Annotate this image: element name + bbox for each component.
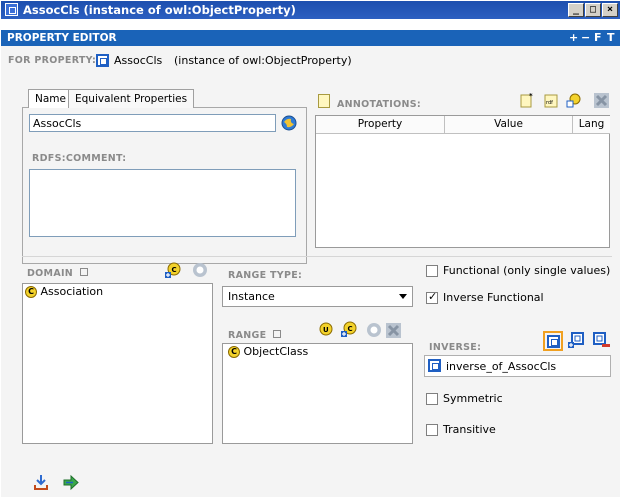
- section-divider: [22, 256, 612, 257]
- property-icon: [547, 335, 560, 348]
- annotations-label: ANNOTATIONS:: [337, 99, 421, 110]
- svg-text:C: C: [348, 325, 353, 333]
- window-title: AssocCls (instance of owl:ObjectProperty…: [23, 3, 296, 17]
- forward-arrow-icon[interactable]: [63, 474, 80, 491]
- remove-annotation-icon[interactable]: [593, 92, 610, 109]
- svg-text:*: *: [529, 92, 533, 100]
- range-type-select[interactable]: Instance: [222, 286, 413, 307]
- functional-label: Functional (only single values): [443, 264, 611, 277]
- property-editor-header: PROPERTY EDITOR + − F T: [1, 30, 620, 46]
- range-list[interactable]: C ObjectClass: [222, 343, 413, 444]
- class-icon: C: [228, 346, 240, 358]
- symmetric-checkbox[interactable]: [426, 393, 438, 405]
- tab-equivalent-label: Equivalent Properties: [75, 93, 188, 105]
- class-icon: C: [25, 286, 37, 298]
- comment-label: RDFS:COMMENT:: [32, 153, 127, 164]
- range-item-label: ObjectClass: [243, 345, 309, 358]
- list-item[interactable]: C Association: [25, 285, 103, 298]
- annotations-table[interactable]: Property Value Lang: [315, 115, 610, 248]
- range-type-label: RANGE TYPE:: [228, 270, 303, 281]
- for-property-label: FOR PROPERTY:: [8, 55, 97, 66]
- remove-range-icon[interactable]: [366, 322, 383, 339]
- property-icon: [96, 53, 109, 67]
- maximize-button[interactable]: □: [585, 3, 601, 17]
- collapse-button[interactable]: −: [581, 31, 590, 44]
- delete-range-icon[interactable]: [385, 322, 402, 339]
- window-titlebar[interactable]: AssocCls (instance of owl:ObjectProperty…: [1, 1, 620, 19]
- globe-icon[interactable]: [281, 115, 297, 131]
- remove-class-icon[interactable]: [192, 262, 209, 279]
- t-button[interactable]: T: [607, 31, 615, 44]
- tab-name[interactable]: Name: [28, 89, 73, 108]
- close-button[interactable]: ×: [602, 3, 618, 17]
- property-icon: [428, 359, 441, 372]
- svg-text:U: U: [323, 326, 329, 334]
- property-editor-title: PROPERTY EDITOR: [7, 32, 117, 44]
- domain-label: DOMAIN: [27, 268, 88, 279]
- minimize-button[interactable]: _: [568, 3, 584, 17]
- domain-label-text: DOMAIN: [27, 268, 74, 279]
- instance-of-text: (instance of owl:ObjectProperty): [174, 54, 352, 67]
- annotation-property-icon[interactable]: [565, 91, 582, 108]
- f-button[interactable]: F: [594, 31, 602, 44]
- annotations-column-property[interactable]: Property: [316, 116, 445, 134]
- expand-button[interactable]: +: [569, 31, 578, 44]
- transitive-checkbox[interactable]: [426, 424, 438, 436]
- range-label: RANGE: [228, 330, 282, 341]
- inverse-label: INVERSE:: [429, 342, 482, 353]
- add-annotation-icon[interactable]: *: [519, 91, 536, 108]
- domain-list[interactable]: C Association: [22, 283, 213, 444]
- range-toggle-icon[interactable]: [273, 330, 282, 338]
- add-inverse-property-icon[interactable]: [567, 332, 584, 349]
- inverse-value: inverse_of_AssocCls: [446, 360, 557, 373]
- name-field[interactable]: AssocCls: [29, 114, 276, 132]
- annotations-column-value[interactable]: Value: [445, 116, 573, 134]
- add-annotation-value-icon[interactable]: rdf: [544, 91, 561, 108]
- range-type-value: Instance: [228, 290, 275, 303]
- property-icon: [5, 3, 18, 16]
- comment-textarea[interactable]: [29, 169, 296, 237]
- annotation-note-icon: [318, 94, 330, 108]
- svg-text:rdf: rdf: [546, 100, 553, 106]
- selected-inverse-button[interactable]: [543, 331, 563, 351]
- range-label-text: RANGE: [228, 330, 267, 341]
- property-name: AssocCls: [114, 54, 163, 67]
- inverse-functional-checkbox[interactable]: [426, 290, 438, 304]
- tab-name-label: Name: [35, 93, 66, 105]
- list-item[interactable]: C ObjectClass: [228, 345, 308, 358]
- add-restriction-icon[interactable]: U: [318, 320, 335, 337]
- functional-checkbox[interactable]: [426, 265, 438, 277]
- inverse-field[interactable]: inverse_of_AssocCls: [424, 355, 611, 377]
- add-range-class-icon[interactable]: C: [340, 321, 357, 338]
- svg-text:C: C: [172, 266, 177, 274]
- remove-inverse-property-icon[interactable]: [593, 332, 610, 349]
- download-icon[interactable]: [33, 474, 50, 491]
- chevron-down-icon: [399, 294, 407, 299]
- add-class-icon[interactable]: C: [164, 262, 181, 279]
- inverse-functional-label: Inverse Functional: [443, 291, 544, 304]
- transitive-label: Transitive: [443, 423, 496, 436]
- tab-equivalent-properties[interactable]: Equivalent Properties: [68, 89, 195, 108]
- domain-toggle-icon[interactable]: [79, 268, 88, 276]
- domain-item-label: Association: [40, 285, 104, 298]
- annotations-column-lang[interactable]: Lang: [573, 116, 610, 134]
- symmetric-label: Symmetric: [443, 392, 503, 405]
- name-field-value: AssocCls: [33, 117, 82, 130]
